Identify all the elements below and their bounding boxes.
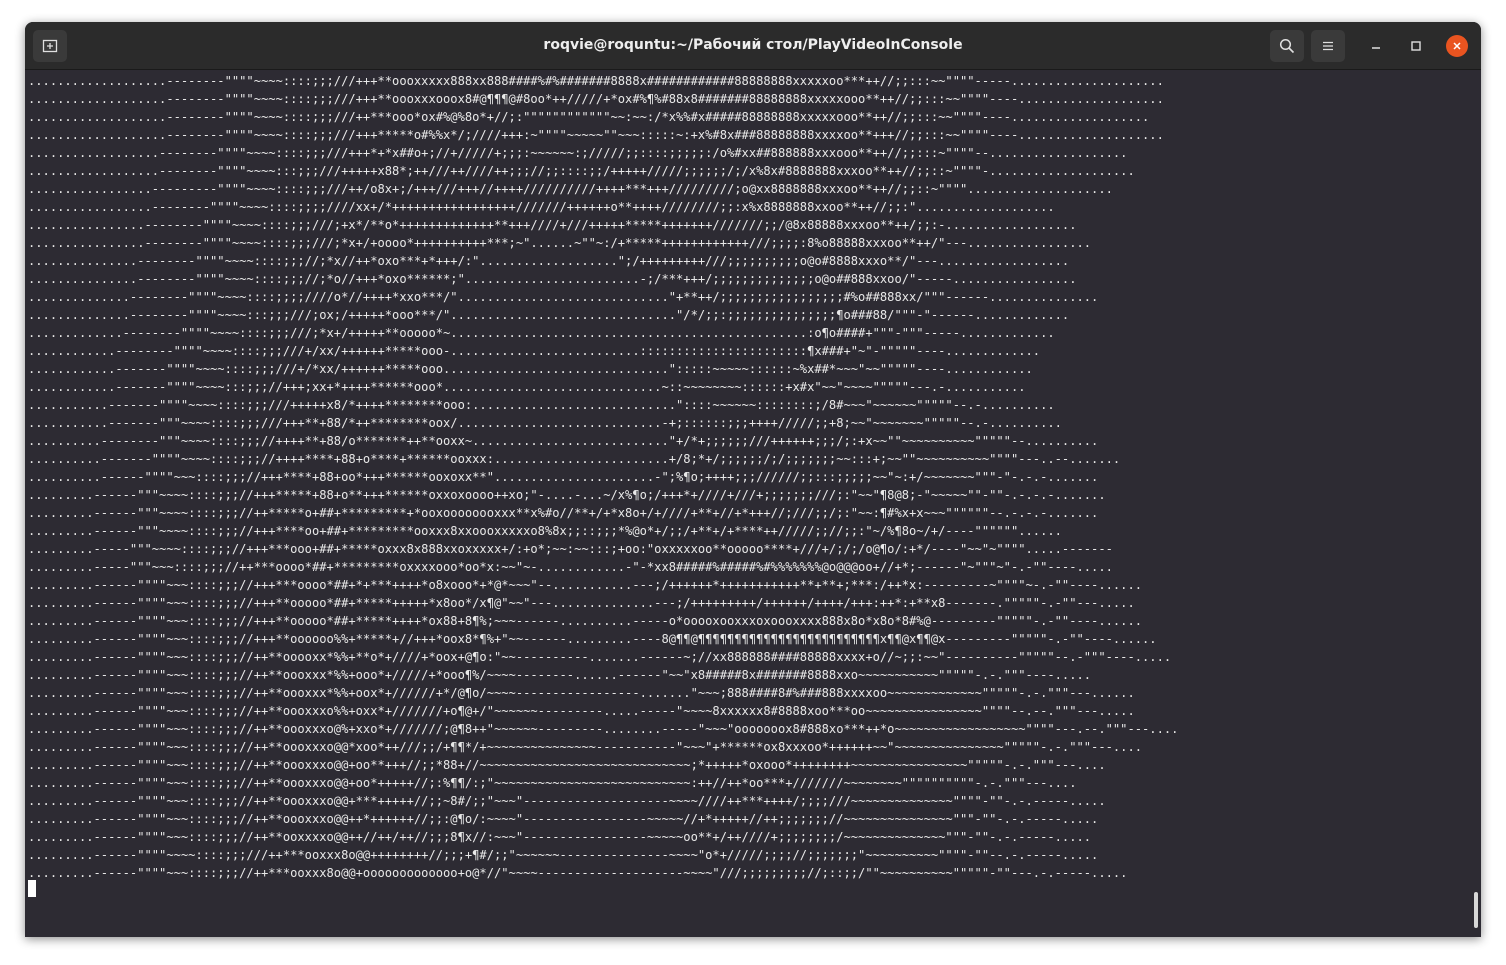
terminal-line: .........------""""~~~::::;;;//++**oooxx… xyxy=(28,686,1135,700)
terminal-line: .........------""""~~~::::;;;//++**oooxx… xyxy=(28,722,1179,736)
terminal-line: ................--------""""~~~~::::;;;/… xyxy=(28,218,1077,232)
terminal-line: ...........-------"""~~~~::::;;;///+++**… xyxy=(28,416,1062,430)
maximize-button[interactable] xyxy=(1405,35,1427,57)
terminal-line: ...............--------""""~~~~::::;;;//… xyxy=(28,254,1070,268)
terminal-line: ...................--------""""~~~~::::;… xyxy=(28,92,1164,106)
terminal-window: roqvie@roquntu:~/Рабочий стол/PlayVideoI… xyxy=(25,22,1481,937)
terminal-line: .............--------""""~~~~::::;;;///;… xyxy=(28,326,1055,340)
terminal-line: ............--------""""~~~~::::;;;///+/… xyxy=(28,344,1041,358)
terminal-line: ..................--------""""~~~~:::;;;… xyxy=(28,164,1135,178)
terminal-line: .........------""""~~~::::;;;//++**oooxx… xyxy=(28,794,1106,808)
terminal-line: .........------""""~~~::::;;;//++**ooxxx… xyxy=(28,830,1092,844)
terminal-line: ...................--------""""~~~~::::;… xyxy=(28,110,1150,124)
close-icon xyxy=(1453,42,1461,50)
terminal-line: ..........-------""""~~~~::::;;;//++++**… xyxy=(28,452,1121,466)
terminal-line: ..........------""""~~~::::;;;//+++****+… xyxy=(28,470,1099,484)
terminal-line: .........-----"""~~~~::::;;;//+++***ooo+… xyxy=(28,542,1113,556)
terminal-line: ..............--------""""~~~~:::;;;///;… xyxy=(28,308,1070,322)
terminal-line: .................---------""""~~~~::::;;… xyxy=(28,182,1113,196)
terminal-line: .........------""""~~~::::;;;//+++**oooo… xyxy=(28,632,1157,646)
search-button[interactable] xyxy=(1270,30,1304,62)
scrollbar[interactable] xyxy=(1474,892,1478,928)
terminal-line: .........-----"""~~~::::;;;//++***oooo*#… xyxy=(28,560,1113,574)
terminal-line: .........------""""~~~::::;;;//++**oooxx… xyxy=(28,812,1099,826)
terminal-line: ..................--------""""~~~~::::;;… xyxy=(28,146,1128,160)
new-tab-button[interactable] xyxy=(33,30,67,62)
terminal-line: .................--------""""~~~~::::;;;… xyxy=(28,200,1055,214)
terminal-line: .........------""""~~~::::;;;//++**oooxx… xyxy=(28,776,1077,790)
terminal-line: ............-------""""~~~~::::;;;///+/*… xyxy=(28,362,1033,376)
terminal-line: ................--------""""~~~~::::;;;/… xyxy=(28,236,1092,250)
terminal-line: .........------""""~~~::::;;;//++***ooxx… xyxy=(28,866,1128,880)
terminal-line: ...................--------""""~~~~::::;… xyxy=(28,74,1164,88)
new-tab-icon xyxy=(42,39,58,53)
menu-button[interactable] xyxy=(1311,30,1345,62)
terminal-line: ...........-------""""~~~~::::;;;///++++… xyxy=(28,398,1055,412)
terminal-line: ...............--------""""~~~~::::;;;//… xyxy=(28,272,1077,286)
close-button[interactable] xyxy=(1446,35,1468,57)
terminal-line: .........------"""~~~~::::;;;//+++*****+… xyxy=(28,488,1106,502)
terminal-line: ..........--------"""~~~~::::;;;//++++**… xyxy=(28,434,1099,448)
titlebar: roqvie@roquntu:~/Рабочий стол/PlayVideoI… xyxy=(25,22,1481,70)
minimize-icon xyxy=(1372,47,1380,49)
minimize-button[interactable] xyxy=(1365,35,1387,57)
terminal-line: .........------""""~~~~::::;;;///++***oo… xyxy=(28,848,1099,862)
terminal-line: ...................--------""""~~~~::::;… xyxy=(28,128,1164,142)
terminal-line: .........------""""~~~::::;;;//++**oooxx… xyxy=(28,668,1092,682)
terminal-line: .........------"""~~~~::::;;;//+++****oo… xyxy=(28,524,1062,538)
text-cursor xyxy=(28,880,36,897)
terminal-line: ..............--------""""~~~~::::;;;;//… xyxy=(28,290,1099,304)
terminal-line: .........------""""~~~::::;;;//++**oooxx… xyxy=(28,758,1106,772)
terminal-line: .........------""""~~~::::;;;//+++**oooo… xyxy=(28,614,1143,628)
terminal-line: .........------""""~~~::::;;;//+++**oooo… xyxy=(28,596,1135,610)
terminal-line: ............-------""""~~~~:::;;;//+++;x… xyxy=(28,380,1026,394)
search-icon xyxy=(1279,38,1295,54)
terminal-output[interactable]: ...................--------""""~~~~::::;… xyxy=(25,70,1481,937)
terminal-line: .........------""""~~~::::;;;//++**oooxx… xyxy=(28,740,1143,754)
hamburger-menu-icon xyxy=(1323,41,1333,51)
terminal-line: .........------"""~~~~::::;;;//++*****o+… xyxy=(28,506,1099,520)
terminal-line: .........------""""~~~::::;;;//++**oooox… xyxy=(28,650,1172,664)
terminal-line: .........------""""~~~::::;;;//+++***ooo… xyxy=(28,578,1143,592)
maximize-icon xyxy=(1411,41,1421,51)
terminal-line: .........------""""~~~::::;;;//++**oooxx… xyxy=(28,704,1135,718)
window-title: roqvie@roquntu:~/Рабочий стол/PlayVideoI… xyxy=(543,37,963,53)
